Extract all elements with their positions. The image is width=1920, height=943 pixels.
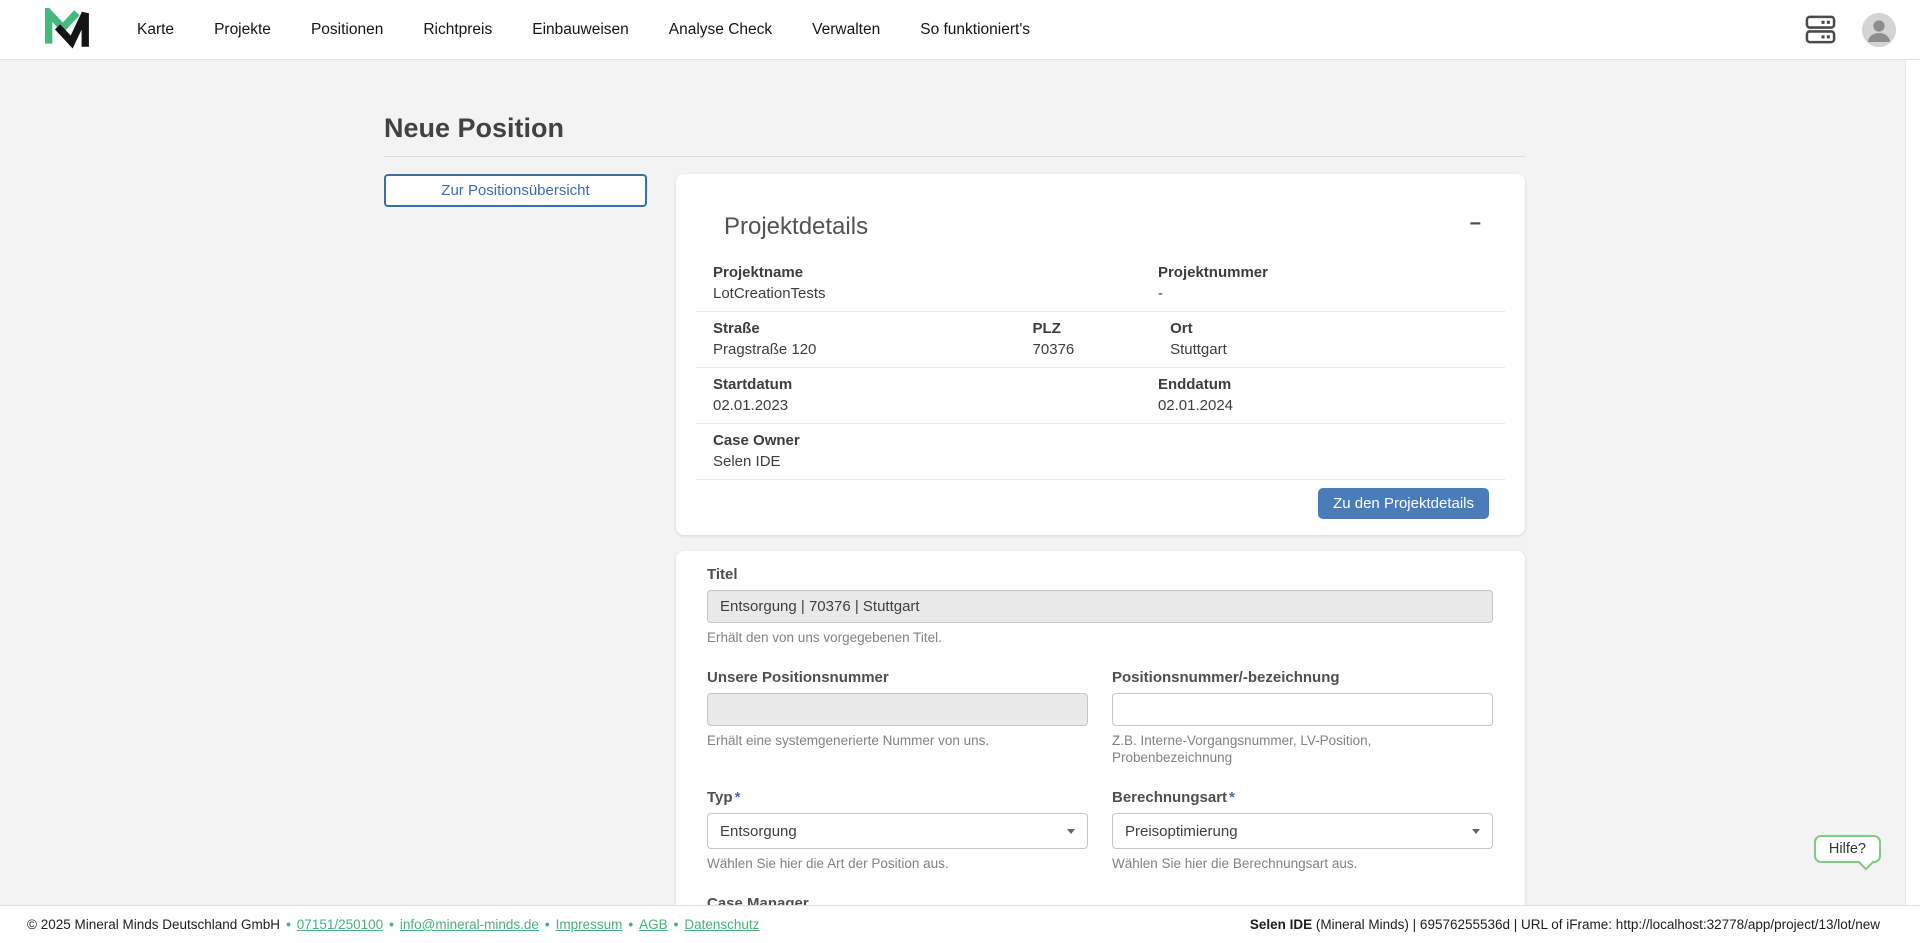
right-column: Projektdetails − Projektname LotCreation… xyxy=(676,174,1525,943)
footer-separator: • xyxy=(628,917,633,932)
berechnungsart-label-text: Berechnungsart xyxy=(1112,789,1227,806)
help-button[interactable]: Hilfe? xyxy=(1814,835,1881,863)
berechnungsart-help-text: Wählen Sie hier die Berechnungsart aus. xyxy=(1112,855,1493,872)
project-details-table: Projektname LotCreationTests Projektnumm… xyxy=(696,256,1505,480)
strasse-value: Pragstraße 120 xyxy=(713,340,1016,360)
page-title: Neue Position xyxy=(384,112,1525,144)
positionsnummer-field-group: Positionsnummer/-bezeichnung Z.B. Intern… xyxy=(1112,668,1493,766)
top-navbar: Karte Projekte Positionen Richtpreis Ein… xyxy=(0,0,1920,60)
agb-link[interactable]: AGB xyxy=(639,917,668,932)
footer: © 2025 Mineral Minds Deutschland GmbH • … xyxy=(0,905,1920,943)
footer-separator: • xyxy=(389,917,394,932)
berechnungsart-field-group: Berechnungsart* Preisoptimierung Wählen … xyxy=(1112,788,1493,872)
title-divider xyxy=(384,156,1525,157)
plz-label: PLZ xyxy=(1033,319,1154,338)
nav-item-analyse-check[interactable]: Analyse Check xyxy=(669,21,772,39)
nav-item-so-funktionierts[interactable]: So funktioniert's xyxy=(920,21,1030,39)
berechnungsart-select[interactable]: Preisoptimierung xyxy=(1112,813,1493,849)
typ-help-text: Wählen Sie hier die Art der Position aus… xyxy=(707,855,1088,872)
session-user-name: Selen IDE xyxy=(1250,917,1312,932)
chevron-down-icon xyxy=(1472,829,1480,834)
email-link[interactable]: info@mineral-minds.de xyxy=(400,917,539,932)
projektname-label: Projektname xyxy=(713,263,1141,282)
iframe-scrollbar[interactable] xyxy=(1905,60,1920,943)
titel-field-group: Titel Erhält den von uns vorgegebenen Ti… xyxy=(707,565,1493,646)
nav-item-richtpreis[interactable]: Richtpreis xyxy=(423,21,492,39)
typ-field-group: Typ* Entsorgung Wählen Sie hier die Art … xyxy=(707,788,1088,872)
details-row-4: Case Owner Selen IDE xyxy=(696,424,1505,480)
startdatum-label: Startdatum xyxy=(713,375,1141,394)
titel-help-text: Erhält den von uns vorgegebenen Titel. xyxy=(707,629,1493,646)
case-owner-label: Case Owner xyxy=(713,431,1505,450)
typ-label: Typ* xyxy=(707,788,1088,807)
copyright-text: © 2025 Mineral Minds Deutschland GmbH xyxy=(27,917,280,932)
mineral-minds-logo-icon[interactable] xyxy=(45,8,91,52)
back-to-positions-button[interactable]: Zur Positionsübersicht xyxy=(384,174,647,207)
nav-item-projekte[interactable]: Projekte xyxy=(214,21,271,39)
details-row-2: Straße Pragstraße 120 PLZ 70376 Ort Stut… xyxy=(696,312,1505,368)
berechnungsart-select-value: Preisoptimierung xyxy=(1125,823,1238,840)
footer-separator: • xyxy=(286,917,291,932)
enddatum-label: Enddatum xyxy=(1158,375,1505,394)
unsere-positionsnummer-label: Unsere Positionsnummer xyxy=(707,668,1088,687)
phone-link[interactable]: 07151/250100 xyxy=(297,917,383,932)
impressum-link[interactable]: Impressum xyxy=(556,917,623,932)
session-details: (Mineral Minds) | 69576255536d | URL of … xyxy=(1312,917,1880,932)
navbar-right xyxy=(1805,13,1896,47)
new-position-form-card: Titel Erhält den von uns vorgegebenen Ti… xyxy=(676,551,1525,943)
footer-separator: • xyxy=(674,917,679,932)
unsere-positionsnummer-help-text: Erhält eine systemgenerierte Nummer von … xyxy=(707,732,1088,749)
titel-input xyxy=(707,590,1493,623)
nav-item-einbauweisen[interactable]: Einbauweisen xyxy=(532,21,629,39)
collapse-minus-icon[interactable]: − xyxy=(1465,212,1485,236)
session-info: Selen IDE (Mineral Minds) | 69576255536d… xyxy=(1250,917,1880,932)
titel-label: Titel xyxy=(707,565,1493,584)
plz-value: 70376 xyxy=(1033,340,1154,360)
footer-left: © 2025 Mineral Minds Deutschland GmbH • … xyxy=(27,917,759,932)
datenschutz-link[interactable]: Datenschutz xyxy=(684,917,759,932)
to-project-details-button[interactable]: Zu den Projektdetails xyxy=(1318,488,1489,519)
footer-separator: • xyxy=(545,917,550,932)
chevron-down-icon xyxy=(1067,829,1075,834)
projektnummer-value: - xyxy=(1158,284,1505,304)
main-nav: Karte Projekte Positionen Richtpreis Ein… xyxy=(137,21,1030,39)
left-column: Zur Positionsübersicht xyxy=(384,174,647,207)
berechnungsart-label: Berechnungsart* xyxy=(1112,788,1493,807)
details-row-1: Projektname LotCreationTests Projektnumm… xyxy=(696,256,1505,312)
positionsnummer-label: Positionsnummer/-bezeichnung xyxy=(1112,668,1493,687)
startdatum-value: 02.01.2023 xyxy=(713,396,1141,416)
typ-select[interactable]: Entsorgung xyxy=(707,813,1088,849)
user-avatar-icon[interactable] xyxy=(1862,13,1896,47)
typ-label-text: Typ xyxy=(707,789,733,806)
main-content: Neue Position Zur Positionsübersicht Pro… xyxy=(384,60,1525,943)
ort-value: Stuttgart xyxy=(1170,340,1505,360)
server-dns-icon[interactable] xyxy=(1805,14,1836,45)
projektnummer-label: Projektnummer xyxy=(1158,263,1505,282)
typ-required-asterisk: * xyxy=(735,789,741,806)
nav-item-positionen[interactable]: Positionen xyxy=(311,21,383,39)
project-details-card: Projektdetails − Projektname LotCreation… xyxy=(676,174,1525,535)
positionsnummer-help-text: Z.B. Interne-Vorgangsnummer, LV-Position… xyxy=(1112,732,1493,766)
unsere-positionsnummer-input xyxy=(707,693,1088,726)
typ-select-value: Entsorgung xyxy=(720,823,797,840)
projektname-value: LotCreationTests xyxy=(713,284,1141,304)
project-card-title: Projektdetails xyxy=(724,212,868,242)
unsere-positionsnummer-field-group: Unsere Positionsnummer Erhält eine syste… xyxy=(707,668,1088,766)
details-row-3: Startdatum 02.01.2023 Enddatum 02.01.202… xyxy=(696,368,1505,424)
enddatum-value: 02.01.2024 xyxy=(1158,396,1505,416)
berechnungsart-required-asterisk: * xyxy=(1229,789,1235,806)
ort-label: Ort xyxy=(1170,319,1505,338)
strasse-label: Straße xyxy=(713,319,1016,338)
case-owner-value: Selen IDE xyxy=(713,452,1505,472)
nav-item-karte[interactable]: Karte xyxy=(137,21,174,39)
positionsnummer-input[interactable] xyxy=(1112,693,1493,726)
nav-item-verwalten[interactable]: Verwalten xyxy=(812,21,880,39)
